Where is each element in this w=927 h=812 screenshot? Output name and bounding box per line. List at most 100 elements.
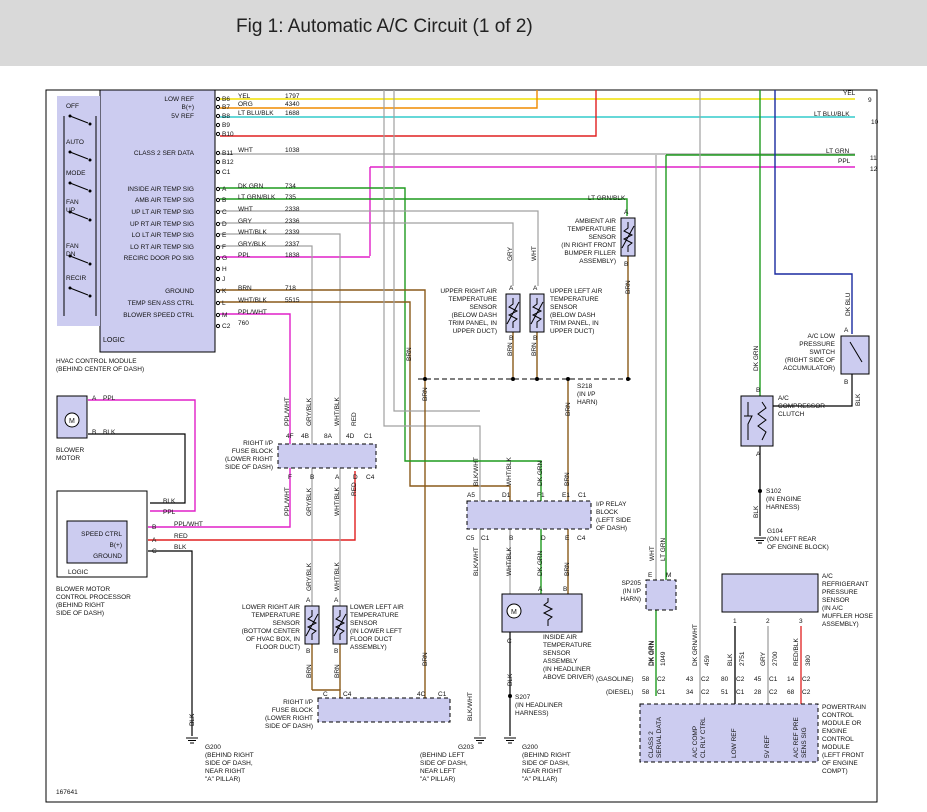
fuse-wire-top: WHT/BLK	[334, 396, 341, 426]
fuse-pin-bot: F	[288, 474, 292, 481]
upper-left-wire-bottom: BRN	[531, 342, 538, 356]
brn-label-left2: BRN	[422, 387, 429, 401]
fuse-wire-bot: PPL/WHT	[284, 487, 291, 516]
ambient-wire-top: LT GRN/BLK	[588, 195, 626, 202]
wire-circuit-label: 1838	[285, 252, 300, 259]
relay-wire-top: DK GRN	[537, 460, 544, 486]
bmcp-bplus: B(+)	[110, 542, 122, 549]
fuse-pin-top: 8A	[324, 433, 333, 440]
pcm-circ-col: 2751	[739, 651, 746, 666]
pcm-gas-pin: 80	[721, 676, 729, 683]
pcm-pin-function: LOW REF	[731, 728, 738, 758]
motor-m: M	[69, 418, 75, 425]
hvac-switch-label: MODE	[66, 170, 86, 177]
wire-circuit-label: 1038	[285, 147, 300, 154]
hvac-pin-id: B8	[222, 113, 230, 120]
bmcp-speed-ctrl: SPEED CTRL	[81, 531, 122, 538]
fuse-wire-bot: GRY/BLK	[306, 487, 313, 516]
relay-wire-bot: BLK/WHT	[473, 547, 480, 576]
relay-pin-top: F1	[537, 492, 545, 499]
wire-color-label: YEL	[238, 93, 251, 100]
wire-color-label: PPL/WHT	[238, 309, 267, 316]
wire-color-label: GRY	[238, 218, 253, 225]
upper-right-wire-top: GRY	[507, 246, 514, 261]
relay-pin-bot: B	[509, 535, 513, 542]
pcm-circ-col: 2700	[772, 651, 779, 666]
hvac-switch-label: RECIR	[66, 275, 87, 282]
refrig-pin: 3	[799, 618, 803, 625]
hvac-pin-id: H	[222, 266, 227, 273]
pcm-gas-pin: 58	[642, 676, 650, 683]
fuse2-pin: C4	[343, 691, 352, 698]
hvac-pin-id: C	[222, 209, 227, 216]
hvac-pin-id: B	[222, 197, 226, 204]
hvac-pin-id: L	[222, 300, 226, 307]
fuse-pin-bot: A	[335, 474, 340, 481]
splice-dot	[758, 489, 762, 493]
relay-wire-bot: WHT/BLK	[506, 546, 513, 576]
hvac-pin-id: B11	[222, 150, 233, 157]
powertrain-control-module	[639, 703, 819, 763]
pcm-gas-pin: 14	[787, 676, 795, 683]
lower-right-pin-b: B	[306, 648, 310, 655]
right-edge-num: 11	[870, 155, 877, 162]
bmcp-wire-bplus: RED	[174, 533, 188, 540]
relay-pin-top: D1	[502, 492, 511, 499]
connector-pin	[215, 312, 221, 318]
hvac-pin-function: GROUND	[165, 288, 194, 295]
hvac-pin-id: B7	[222, 104, 230, 111]
pcm-die-pin: 34	[686, 689, 694, 696]
pcm-circ-col: 1049	[660, 651, 667, 666]
fuse-pin-top: 4B	[301, 433, 309, 440]
right-edge-wire: PPL	[838, 158, 851, 165]
switch-pin	[68, 286, 72, 290]
wiring-svg: LOGIC HVAC CONTROL MODULE (BEHIND CENTER O…	[45, 89, 879, 803]
hvac-pin-id: B9	[222, 122, 230, 129]
relay-wire-top: BRN	[564, 472, 571, 486]
hvac-pin-id: K	[222, 288, 227, 295]
compressor-wire-top: DK GRN	[753, 345, 760, 371]
bmcp-wire-blk: BLK	[163, 498, 176, 505]
low-pressure-wire-top: DK BLU	[845, 292, 852, 316]
wire-circuit-label: 1797	[285, 93, 300, 100]
wire-color-label: DK GRN	[238, 183, 264, 190]
pcm-gas-pin: 43	[686, 676, 694, 683]
relay-pin-top: E1	[562, 492, 570, 499]
splice-dot	[535, 377, 539, 381]
hvac-pin-function: BLOWER SPEED CTRL	[123, 312, 194, 319]
right-edge-wire: YEL	[843, 90, 856, 97]
hvac-switch-label: OFF	[66, 103, 79, 110]
bmcp-pin-c: C	[152, 548, 157, 555]
inside-pin-b: B	[563, 586, 567, 593]
right-ip-fuse-block-lower	[317, 697, 451, 723]
switch-pin	[88, 158, 92, 162]
upper-right-wire-bottom: BRN	[507, 342, 514, 356]
connector-pin	[215, 186, 221, 192]
pcm-die-pin: 58	[642, 689, 650, 696]
splice-dot	[423, 377, 427, 381]
blower-wire-a: PPL	[103, 395, 116, 402]
pcm-gas-conn: C2	[657, 676, 666, 683]
hvac-pin-id: B10	[222, 131, 234, 138]
lower-right-wire-bottom: BRN	[306, 664, 313, 678]
pcm-die-pin: 28	[754, 689, 762, 696]
relay-block-name: I/P RELAY BLOCK (LEFT SIDE OF DASH)	[596, 501, 632, 532]
sp205	[645, 579, 677, 611]
pcm-wire-col: DK GRN/WHT	[692, 624, 699, 666]
pcm-pin-function: SERIAL DATA	[656, 716, 663, 758]
relay-pin-bot: D	[541, 535, 546, 542]
connector-pin	[215, 276, 221, 282]
upper-right-pin-a: A	[509, 285, 514, 292]
switch-pin	[88, 122, 92, 126]
figure-id: 167641	[56, 789, 78, 796]
bmcp-ground: GROUND	[93, 553, 122, 560]
switch-pin	[88, 294, 92, 298]
inside-wire: BLK	[507, 673, 514, 686]
pcm-gas-conn: C2	[736, 676, 745, 683]
right-edge-num: 9	[868, 97, 872, 104]
ambient-pin-b: B	[624, 261, 628, 268]
splice-dot	[508, 694, 512, 698]
connector-pin	[215, 209, 221, 215]
splice-dot	[566, 377, 570, 381]
switch-pin	[68, 150, 72, 154]
